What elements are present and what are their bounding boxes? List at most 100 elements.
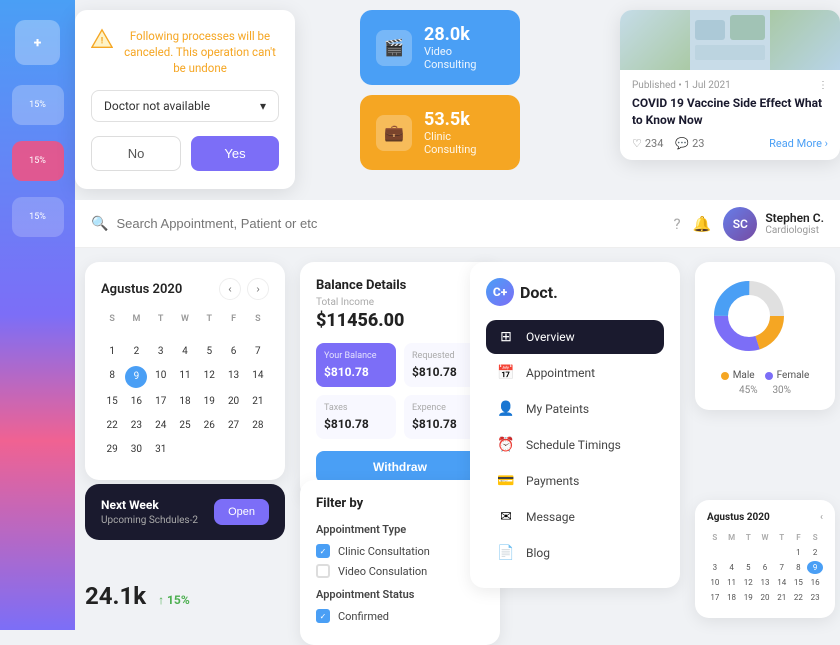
dropdown-label: Doctor not available bbox=[104, 99, 210, 113]
heart-icon: ♡ bbox=[632, 137, 642, 150]
clinic-consulting-card: 💼 53.5k Clinic Consulting bbox=[360, 95, 520, 170]
sidebar-item-1[interactable]: 15% bbox=[12, 85, 64, 125]
article-img-placeholder bbox=[620, 10, 840, 70]
article-image bbox=[620, 10, 840, 70]
prev-month-button[interactable]: ‹ bbox=[219, 278, 241, 300]
search-bar: 🔍 ? 🔔 SC Stephen C. Cardiologist bbox=[75, 200, 840, 248]
user-avatar-area: SC Stephen C. Cardiologist bbox=[723, 207, 824, 241]
help-icon[interactable]: ? bbox=[674, 215, 681, 233]
cancel-dialog: ! Following processes will be canceled. … bbox=[75, 10, 295, 189]
schedule-icon: ⏰ bbox=[496, 437, 516, 453]
logo-sidebar: + bbox=[15, 20, 60, 65]
nav-item-payments[interactable]: 💳 Payments bbox=[486, 464, 664, 498]
next-month-button[interactable]: › bbox=[247, 278, 269, 300]
search-input[interactable] bbox=[116, 216, 665, 231]
clinic-value: 53.5k bbox=[424, 109, 504, 130]
female-legend: Female bbox=[765, 370, 810, 381]
nav-item-blog[interactable]: 📄 Blog bbox=[486, 536, 664, 570]
mini-today[interactable]: 9 bbox=[807, 561, 823, 574]
clinic-consultation-row: ✓ Clinic Consultation bbox=[316, 544, 484, 558]
today-9[interactable]: 9 bbox=[125, 366, 147, 388]
search-icon: 🔍 bbox=[91, 216, 108, 232]
chart-percentages: 45% 30% bbox=[709, 385, 821, 396]
calendar-days-header: S M T W T F S bbox=[101, 312, 269, 326]
calendar-week-6: 29 30 31 bbox=[101, 440, 269, 460]
open-button[interactable]: Open bbox=[214, 499, 269, 525]
doctor-dropdown[interactable]: Doctor not available ▾ bbox=[91, 90, 279, 122]
chart-card: Male Female 45% 30% bbox=[695, 262, 835, 410]
no-button[interactable]: No bbox=[91, 136, 181, 171]
video-icon: 🎬 bbox=[376, 30, 412, 66]
dialog-buttons: No Yes bbox=[91, 136, 279, 171]
withdraw-button[interactable]: Withdraw bbox=[316, 451, 484, 483]
calendar-title: Agustus 2020 bbox=[101, 282, 182, 297]
total-value: $11456.00 bbox=[316, 310, 484, 331]
next-week-title: Next Week bbox=[101, 498, 198, 512]
mini-cal-row-4: 17 18 19 20 21 22 23 bbox=[707, 591, 823, 604]
article-comment: 💬 23 bbox=[675, 137, 704, 150]
bell-icon[interactable]: 🔔 bbox=[693, 215, 712, 233]
calendar-header: Agustus 2020 ‹ › bbox=[101, 278, 269, 300]
next-week-card: Next Week Upcoming Schdules-2 Open bbox=[85, 484, 285, 540]
article-card: Published • 1 Jul 2021 ⋮ COVID 19 Vaccin… bbox=[620, 10, 840, 160]
nav-item-message[interactable]: ✉ Message bbox=[486, 500, 664, 534]
mini-cal-prev[interactable]: ‹ bbox=[820, 512, 823, 523]
sidebar-item-2[interactable]: 15% bbox=[12, 141, 64, 181]
video-value: 28.0k bbox=[424, 24, 504, 45]
chevron-down-icon: ▾ bbox=[260, 99, 266, 113]
nav-item-overview[interactable]: ⊞ Overview bbox=[486, 320, 664, 354]
sidebar-item-3[interactable]: 15% bbox=[12, 197, 64, 237]
video-checkbox[interactable] bbox=[316, 564, 330, 578]
male-legend: Male bbox=[721, 370, 755, 381]
video-consultation-row: Video Consulation bbox=[316, 564, 484, 578]
mini-cal-days-head: S M T W T F S bbox=[707, 531, 823, 544]
article-actions: ♡ 234 💬 23 Read More › bbox=[632, 137, 828, 150]
calendar-nav: ‹ › bbox=[219, 278, 269, 300]
clinic-icon: 💼 bbox=[376, 115, 412, 151]
article-meta: Published • 1 Jul 2021 ⋮ bbox=[632, 80, 828, 91]
user-role: Cardiologist bbox=[765, 225, 824, 236]
video-consulting-card: 🎬 28.0k Video Consulting bbox=[360, 10, 520, 85]
balance-item-1: Your Balance $810.78 bbox=[316, 343, 396, 387]
appointment-icon: 📅 bbox=[496, 365, 516, 381]
video-label: Video Consulting bbox=[424, 45, 504, 71]
patients-icon: 👤 bbox=[496, 401, 516, 417]
warning-icon: ! bbox=[91, 28, 113, 50]
comment-icon: 💬 bbox=[675, 137, 689, 150]
calendar-week-4: 15 16 17 18 19 20 21 bbox=[101, 392, 269, 412]
calendar-grid: S M T W T F S 1 2 3 4 5 6 7 bbox=[101, 312, 269, 460]
clinic-label: Clinic Consultation bbox=[338, 545, 430, 558]
video-stat-info: 28.0k Video Consulting bbox=[424, 24, 504, 71]
doct-logo-icon: C+ bbox=[486, 278, 514, 306]
left-sidebar: + 15% 15% 15% bbox=[0, 0, 75, 630]
mini-cal-row-1: . . . . . 1 2 bbox=[707, 546, 823, 559]
nav-item-patients[interactable]: 👤 My Pateints bbox=[486, 392, 664, 426]
doct-nav: C+ Doct. ⊞ Overview 📅 Appointment 👤 My P… bbox=[470, 262, 680, 588]
mini-calendar: Agustus 2020 ‹ S M T W T F S . . . . . 1… bbox=[695, 500, 835, 618]
mini-calendar-header: Agustus 2020 ‹ bbox=[707, 512, 823, 523]
calendar-week-5: 22 23 24 25 26 27 28 bbox=[101, 416, 269, 436]
clinic-stat-info: 53.5k Clinic Consulting bbox=[424, 109, 504, 156]
more-icon[interactable]: ⋮ bbox=[818, 80, 828, 91]
warning-row: ! Following processes will be canceled. … bbox=[91, 28, 279, 76]
blog-icon: 📄 bbox=[496, 545, 516, 561]
confirmed-label: Confirmed bbox=[338, 610, 389, 623]
clinic-checkbox[interactable]: ✓ bbox=[316, 544, 330, 558]
article-body: Published • 1 Jul 2021 ⋮ COVID 19 Vaccin… bbox=[620, 70, 840, 160]
doct-logo: C+ Doct. bbox=[486, 278, 664, 306]
article-title: COVID 19 Vaccine Side Effect What to Kno… bbox=[632, 95, 828, 129]
stats-cards: 🎬 28.0k Video Consulting 💼 53.5k Clinic … bbox=[360, 10, 520, 170]
mini-cal-row-3: 10 11 12 13 14 15 16 bbox=[707, 576, 823, 589]
nav-item-schedule[interactable]: ⏰ Schedule Timings bbox=[486, 428, 664, 462]
status-section: Appointment Status ✓ Confirmed bbox=[316, 588, 484, 623]
nav-item-appointment[interactable]: 📅 Appointment bbox=[486, 356, 664, 390]
next-week-subtitle: Upcoming Schdules-2 bbox=[101, 515, 198, 526]
confirmed-checkbox[interactable]: ✓ bbox=[316, 609, 330, 623]
mini-cal-row-2: 3 4 5 6 7 8 9 bbox=[707, 561, 823, 574]
next-week-info: Next Week Upcoming Schdules-2 bbox=[101, 498, 198, 526]
chart-legend: Male Female bbox=[709, 370, 821, 381]
calendar-week-3: 8 9 10 11 12 13 14 bbox=[101, 366, 269, 388]
total-label: Total Income bbox=[316, 297, 484, 308]
read-more-link[interactable]: Read More › bbox=[769, 137, 828, 150]
yes-button[interactable]: Yes bbox=[191, 136, 279, 171]
